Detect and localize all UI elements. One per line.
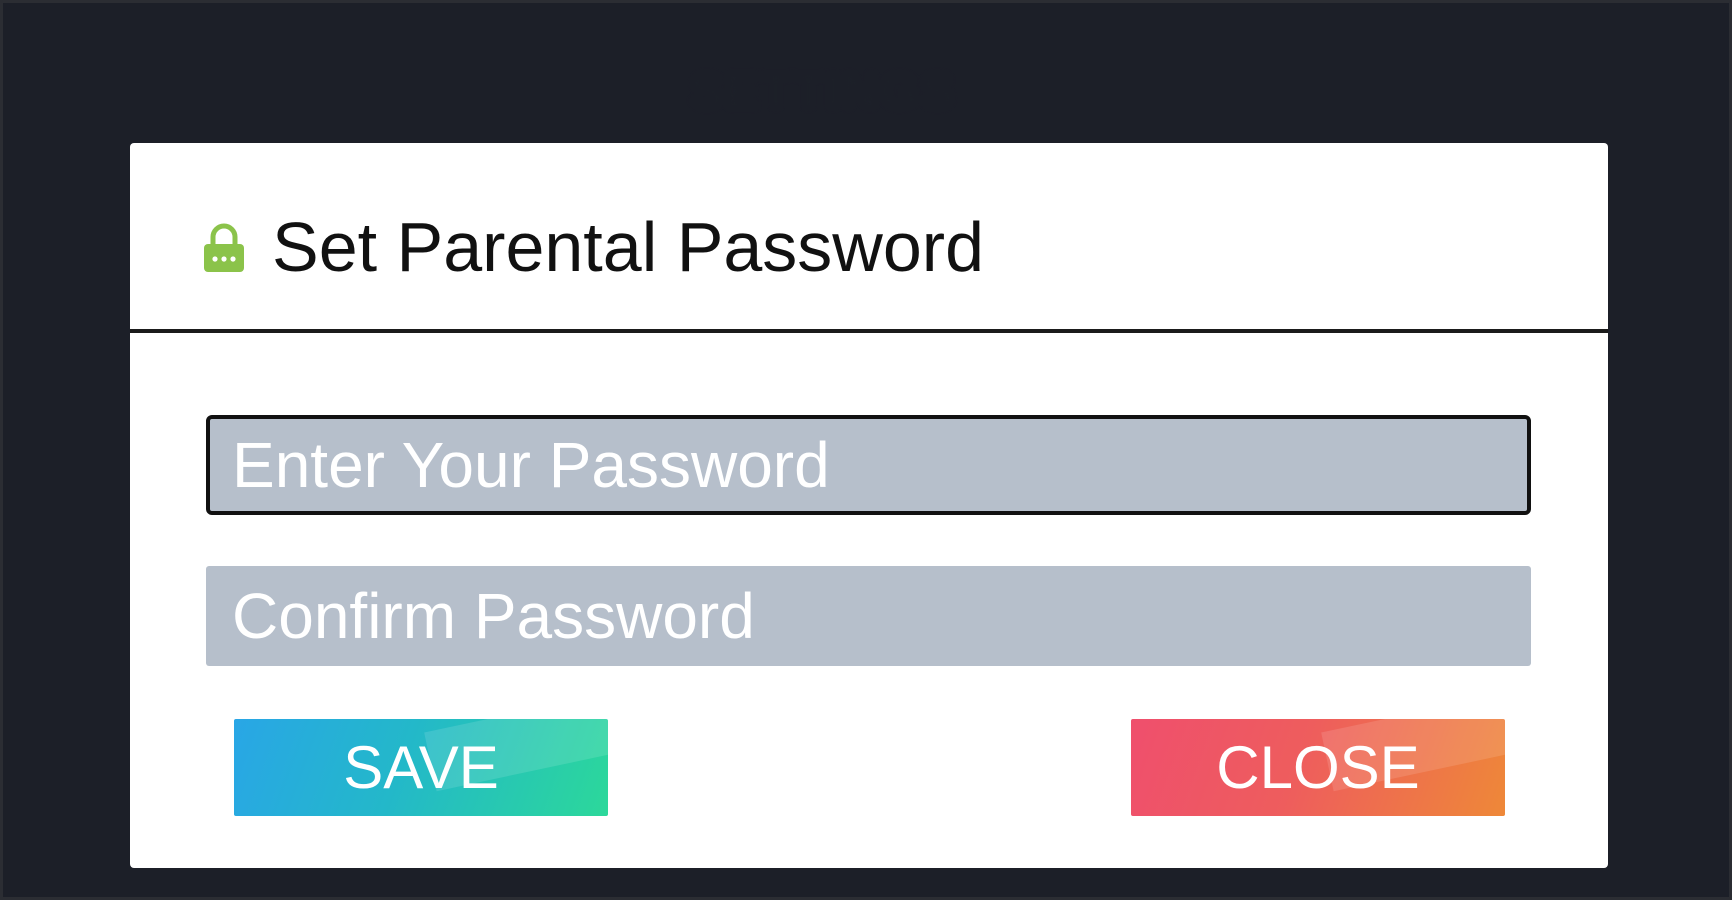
app-screen: { "background": { "header_text": "SETTIN… (0, 0, 1732, 900)
save-button[interactable]: SAVE (234, 719, 608, 816)
lock-icon (202, 222, 246, 274)
close-button[interactable]: CLOSE (1131, 719, 1505, 816)
confirm-password-input[interactable] (206, 566, 1531, 666)
password-input[interactable] (206, 415, 1531, 515)
background-header-text: SETTINGS (690, 63, 957, 119)
parental-password-dialog: Set Parental Password SAVE CLOSE (130, 143, 1608, 868)
save-button-label: SAVE (343, 734, 499, 801)
dialog-title: Set Parental Password (272, 208, 985, 286)
close-button-label: CLOSE (1216, 734, 1420, 801)
dialog-header: Set Parental Password (130, 143, 1608, 333)
